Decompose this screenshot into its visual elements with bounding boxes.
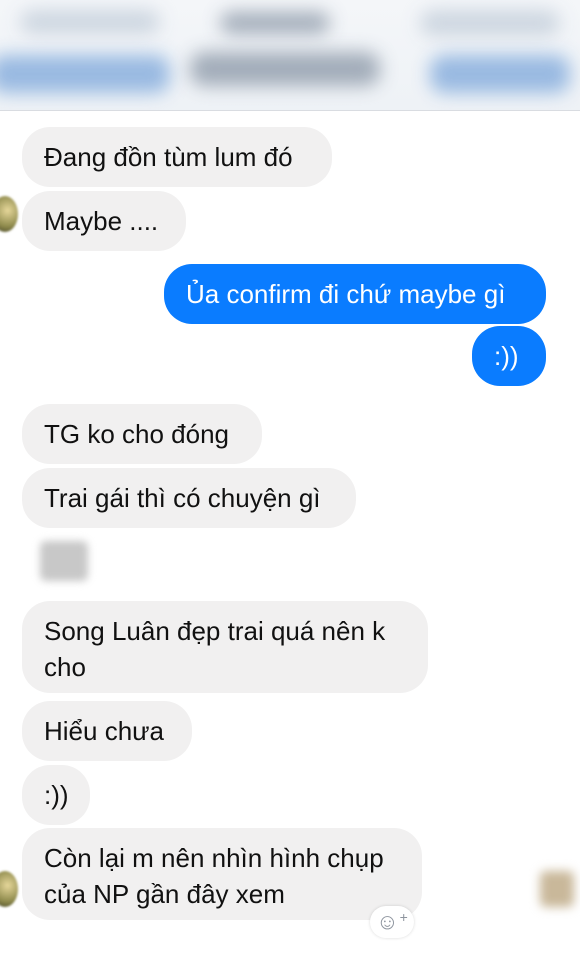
message-bubble[interactable]: Còn lại m nên nhìn hình chụp của NP gần … (22, 828, 422, 920)
message-bubble[interactable]: Đang đồn tùm lum đó (22, 127, 332, 187)
smiley-plus-icon[interactable]: ☺ + (370, 906, 414, 938)
plus-icon: + (399, 909, 408, 925)
message-thread: Đang đồn tùm lum đó Maybe .... Ủa confir… (0, 111, 580, 958)
contact-avatar[interactable] (0, 196, 18, 232)
blurred-contact-name (190, 52, 380, 86)
blurred-header-element (220, 12, 330, 34)
smiley-icon: ☺ (376, 909, 399, 934)
message-bubble[interactable]: Trai gái thì có chuyện gì (22, 468, 356, 528)
contact-avatar[interactable] (0, 871, 18, 907)
message-bubble[interactable]: Maybe .... (22, 191, 186, 251)
chat-header (0, 0, 580, 111)
blurred-header-actions[interactable] (430, 55, 570, 93)
message-bubble-outgoing[interactable]: Ủa confirm đi chứ maybe gì (164, 264, 546, 324)
blurred-attachment[interactable] (40, 541, 88, 581)
blurred-header-element (420, 10, 560, 36)
blurred-header-element (20, 10, 160, 34)
message-bubble[interactable]: :)) (22, 765, 90, 825)
blurred-read-receipt (540, 871, 574, 907)
blurred-back-button[interactable] (0, 55, 170, 93)
message-bubble[interactable]: Song Luân đẹp trai quá nên k cho (22, 601, 428, 693)
message-bubble[interactable]: Hiểu chưa (22, 701, 192, 761)
message-bubble-outgoing[interactable]: :)) (472, 326, 546, 386)
message-bubble[interactable]: TG ko cho đóng (22, 404, 262, 464)
